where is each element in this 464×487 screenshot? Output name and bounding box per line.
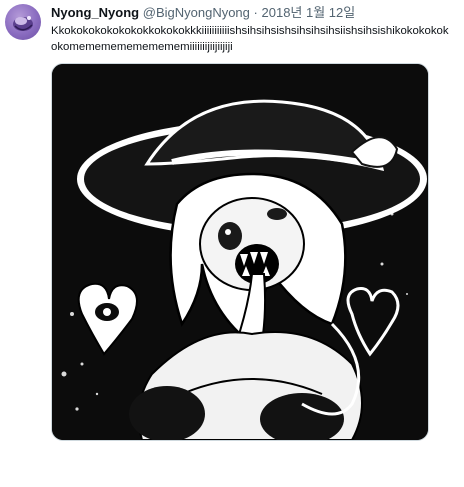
tweet-media[interactable] <box>51 63 429 441</box>
tweet-text: Kkokokokokokokokkokokokkkiiiiiiiiiiishsi… <box>51 25 449 53</box>
tweet[interactable]: Nyong_Nyong @BigNyongNyong · 2018년 1월 12… <box>0 0 464 487</box>
tweet-date[interactable]: 2018년 1월 12일 <box>262 5 356 20</box>
avatar-image-icon <box>13 16 33 31</box>
user-avatar[interactable] <box>5 4 41 40</box>
separator-dot: · <box>253 5 258 20</box>
tweet-header: Nyong_Nyong @BigNyongNyong · 2018년 1월 12… <box>51 5 355 21</box>
user-handle[interactable]: @BigNyongNyong <box>143 5 250 20</box>
illustration-image-icon <box>52 64 428 440</box>
display-name[interactable]: Nyong_Nyong <box>51 5 139 20</box>
